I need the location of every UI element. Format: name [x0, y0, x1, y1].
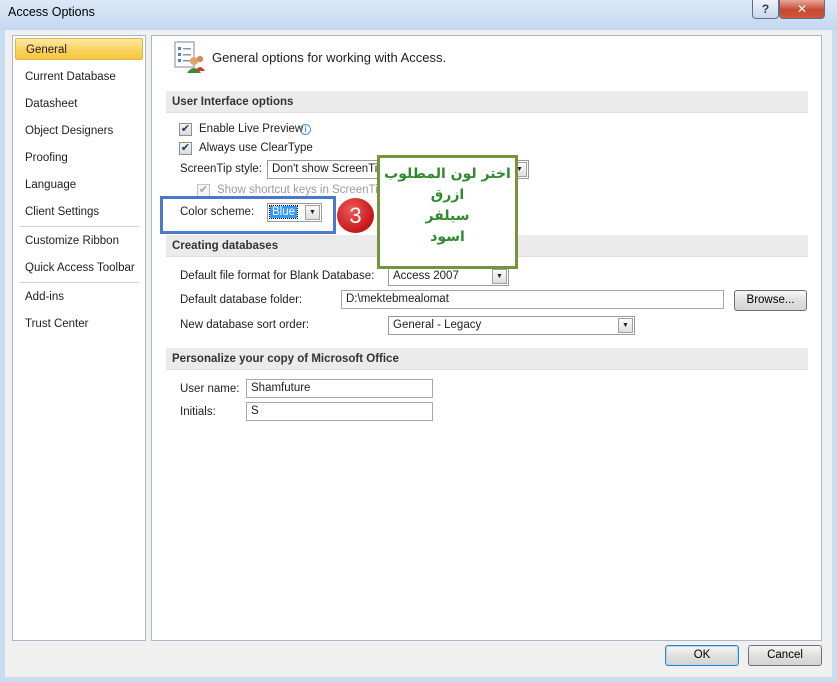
file-format-label: Default file format for Blank Database:: [180, 270, 375, 282]
browse-button[interactable]: Browse...: [734, 290, 807, 311]
title-bar: Access Options ? ✕: [0, 0, 837, 30]
nav-item-language[interactable]: Language: [25, 174, 76, 196]
sort-order-label: New database sort order:: [180, 319, 310, 331]
nav-item-client-settings[interactable]: Client Settings: [25, 201, 99, 223]
checkmark-icon: ✔: [198, 184, 209, 196]
checkmark-icon: ✔: [180, 142, 191, 154]
callout-line: اسود: [430, 229, 465, 245]
screentip-value: Don't show ScreenTips: [272, 163, 390, 175]
file-format-select[interactable]: Access 2007 ▼: [388, 267, 509, 286]
color-scheme-highlight: [160, 196, 336, 234]
user-name-label: User name:: [180, 383, 240, 395]
screentip-label: ScreenTip style:: [180, 163, 263, 175]
nav-divider: [19, 226, 139, 227]
nav-item-datasheet[interactable]: Datasheet: [25, 93, 77, 115]
category-nav: General Current Database Datasheet Objec…: [12, 35, 146, 641]
folder-input[interactable]: D:\mektebmealomat: [341, 290, 724, 309]
callout-line: اختر لون المطلوب: [384, 166, 511, 182]
step-badge: 3: [337, 198, 374, 233]
cleartype-checkbox[interactable]: ✔: [179, 142, 192, 155]
help-button[interactable]: ?: [752, 0, 779, 19]
callout-line: ازرق: [430, 187, 465, 203]
annotation-callout: اختر لون المطلوب ازرق سيلفر اسود: [377, 155, 518, 269]
cancel-button[interactable]: Cancel: [748, 645, 822, 666]
window-title: Access Options: [8, 5, 95, 19]
section-personalize: Personalize your copy of Microsoft Offic…: [166, 348, 808, 370]
folder-label: Default database folder:: [180, 294, 303, 306]
initials-label: Initials:: [180, 406, 216, 418]
nav-item-quick-access-toolbar[interactable]: Quick Access Toolbar: [25, 257, 135, 279]
page-title: General options for working with Access.: [212, 50, 447, 65]
shortcut-keys-label: Show shortcut keys in ScreenTips: [217, 184, 390, 196]
nav-item-customize-ribbon[interactable]: Customize Ribbon: [25, 230, 119, 252]
nav-item-general[interactable]: General: [15, 38, 143, 60]
callout-line: سيلفر: [425, 208, 470, 224]
section-ui-options: User Interface options: [166, 91, 808, 113]
checkmark-icon: ✔: [180, 123, 191, 135]
sort-order-value: General - Legacy: [393, 319, 482, 331]
live-preview-label: Enable Live Preview: [199, 123, 304, 135]
cleartype-label: Always use ClearType: [199, 142, 313, 154]
close-button[interactable]: ✕: [779, 0, 825, 19]
chevron-down-icon[interactable]: ▼: [492, 269, 507, 284]
nav-item-current-database[interactable]: Current Database: [25, 66, 116, 88]
nav-item-trust-center[interactable]: Trust Center: [25, 313, 88, 335]
file-format-value: Access 2007: [393, 270, 459, 282]
general-options-icon: [174, 41, 205, 73]
info-icon: i: [300, 124, 311, 135]
nav-item-add-ins[interactable]: Add-ins: [25, 286, 64, 308]
user-name-input[interactable]: Shamfuture: [246, 379, 433, 398]
ok-button[interactable]: OK: [665, 645, 739, 666]
initials-input[interactable]: S: [246, 402, 433, 421]
live-preview-checkbox[interactable]: ✔: [179, 123, 192, 136]
nav-divider: [19, 282, 139, 283]
sort-order-select[interactable]: General - Legacy ▼: [388, 316, 635, 335]
nav-item-proofing[interactable]: Proofing: [25, 147, 68, 169]
chevron-down-icon[interactable]: ▼: [618, 318, 633, 333]
nav-item-object-designers[interactable]: Object Designers: [25, 120, 113, 142]
